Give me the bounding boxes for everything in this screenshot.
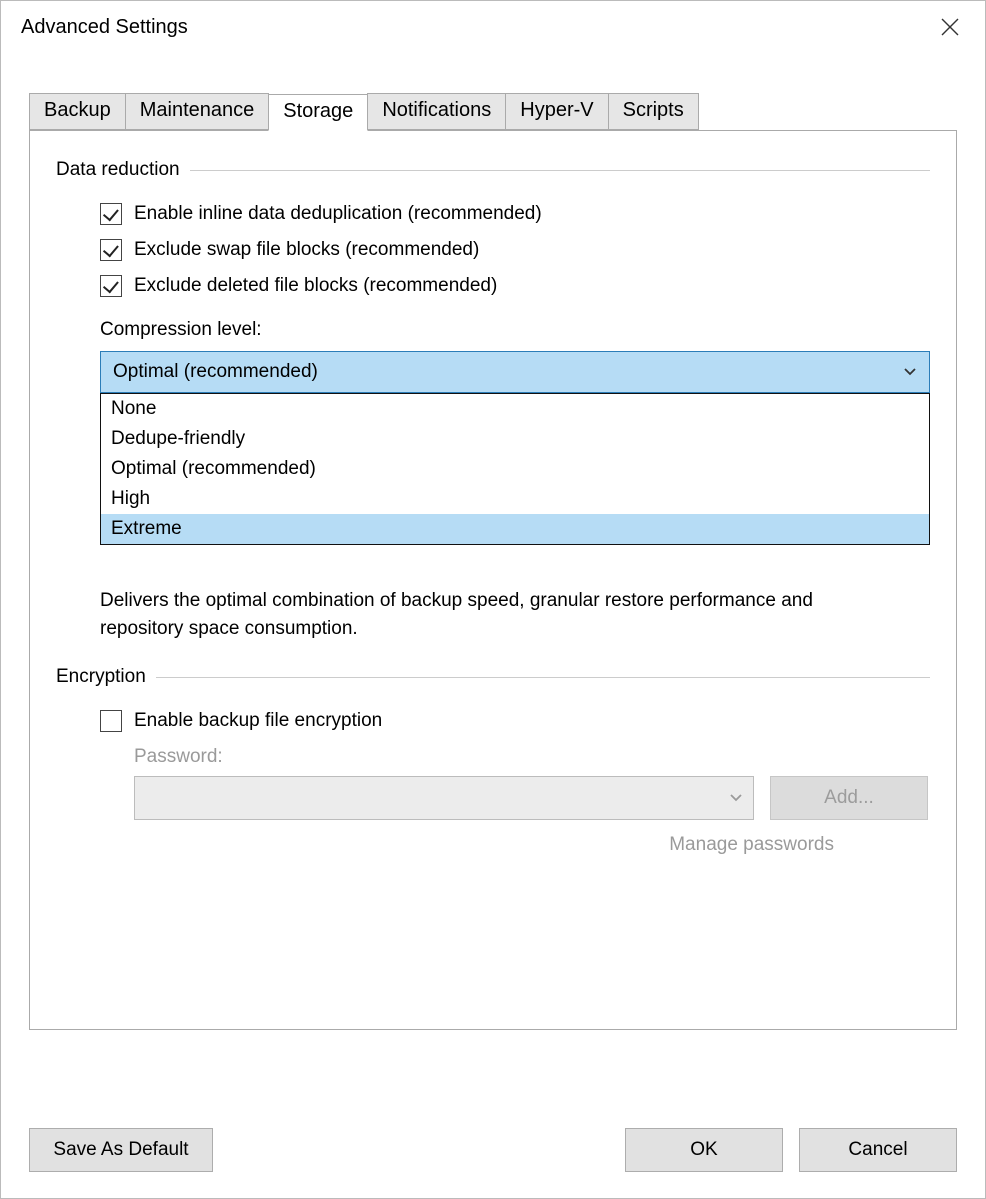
cancel-button[interactable]: Cancel [799, 1128, 957, 1172]
password-label: Password: [134, 746, 930, 768]
manage-passwords-link[interactable]: Manage passwords [134, 834, 834, 856]
tab-panel-storage: Data reduction Enable inline data dedupl… [29, 130, 957, 1030]
close-button[interactable] [929, 10, 971, 44]
checkbox-swap-label: Exclude swap file blocks (recommended) [134, 239, 479, 261]
group-data-reduction-label: Data reduction [56, 159, 180, 181]
tab-strip: Backup Maintenance Storage Notifications… [29, 93, 957, 130]
chevron-down-icon [903, 364, 917, 380]
compression-selected: Optimal (recommended) [113, 361, 318, 383]
checkbox-encrypt-row[interactable]: Enable backup file encryption [100, 710, 930, 732]
tab-scripts[interactable]: Scripts [608, 93, 699, 130]
checkbox-dedup-label: Enable inline data deduplication (recomm… [134, 203, 542, 225]
divider [190, 170, 930, 171]
tab-notifications[interactable]: Notifications [367, 93, 506, 130]
checkbox-deleted-label: Exclude deleted file blocks (recommended… [134, 275, 497, 297]
chevron-down-icon [729, 793, 743, 803]
tab-maintenance[interactable]: Maintenance [125, 93, 270, 130]
compression-option-optimal[interactable]: Optimal (recommended) [101, 454, 929, 484]
compression-option-high[interactable]: High [101, 484, 929, 514]
group-data-reduction: Data reduction [56, 159, 930, 181]
compression-description: Delivers the optimal combination of back… [100, 587, 880, 642]
close-icon [941, 18, 959, 36]
tab-backup[interactable]: Backup [29, 93, 126, 130]
checkbox-deleted-row[interactable]: Exclude deleted file blocks (recommended… [100, 275, 930, 297]
password-row: Add... [134, 776, 930, 820]
titlebar: Advanced Settings [1, 1, 985, 53]
group-encryption-label: Encryption [56, 666, 146, 688]
window-title: Advanced Settings [21, 16, 188, 39]
checkbox-swap[interactable] [100, 239, 122, 261]
checkbox-encrypt[interactable] [100, 710, 122, 732]
password-select[interactable] [134, 776, 754, 820]
tab-hyperv[interactable]: Hyper-V [505, 93, 608, 130]
compression-option-extreme[interactable]: Extreme [101, 514, 929, 544]
dialog-button-bar: Save As Default OK Cancel [1, 1128, 985, 1198]
tab-storage[interactable]: Storage [268, 94, 368, 131]
checkbox-encrypt-label: Enable backup file encryption [134, 710, 382, 732]
add-password-button[interactable]: Add... [770, 776, 928, 820]
checkbox-swap-row[interactable]: Exclude swap file blocks (recommended) [100, 239, 930, 261]
compression-dropdown[interactable]: Optimal (recommended) [100, 351, 930, 393]
compression-option-none[interactable]: None [101, 394, 929, 424]
checkbox-deleted[interactable] [100, 275, 122, 297]
save-as-default-button[interactable]: Save As Default [29, 1128, 213, 1172]
checkbox-dedup-row[interactable]: Enable inline data deduplication (recomm… [100, 203, 930, 225]
group-encryption: Encryption [56, 666, 930, 688]
compression-dropdown-list: None Dedupe-friendly Optimal (recommende… [100, 393, 930, 545]
compression-dropdown-wrap: Optimal (recommended) None Dedupe-friend… [100, 351, 930, 393]
compression-label: Compression level: [100, 319, 930, 341]
dialog-content: Backup Maintenance Storage Notifications… [1, 53, 985, 1128]
compression-option-dedupe[interactable]: Dedupe-friendly [101, 424, 929, 454]
ok-button[interactable]: OK [625, 1128, 783, 1172]
checkbox-dedup[interactable] [100, 203, 122, 225]
divider [156, 677, 930, 678]
